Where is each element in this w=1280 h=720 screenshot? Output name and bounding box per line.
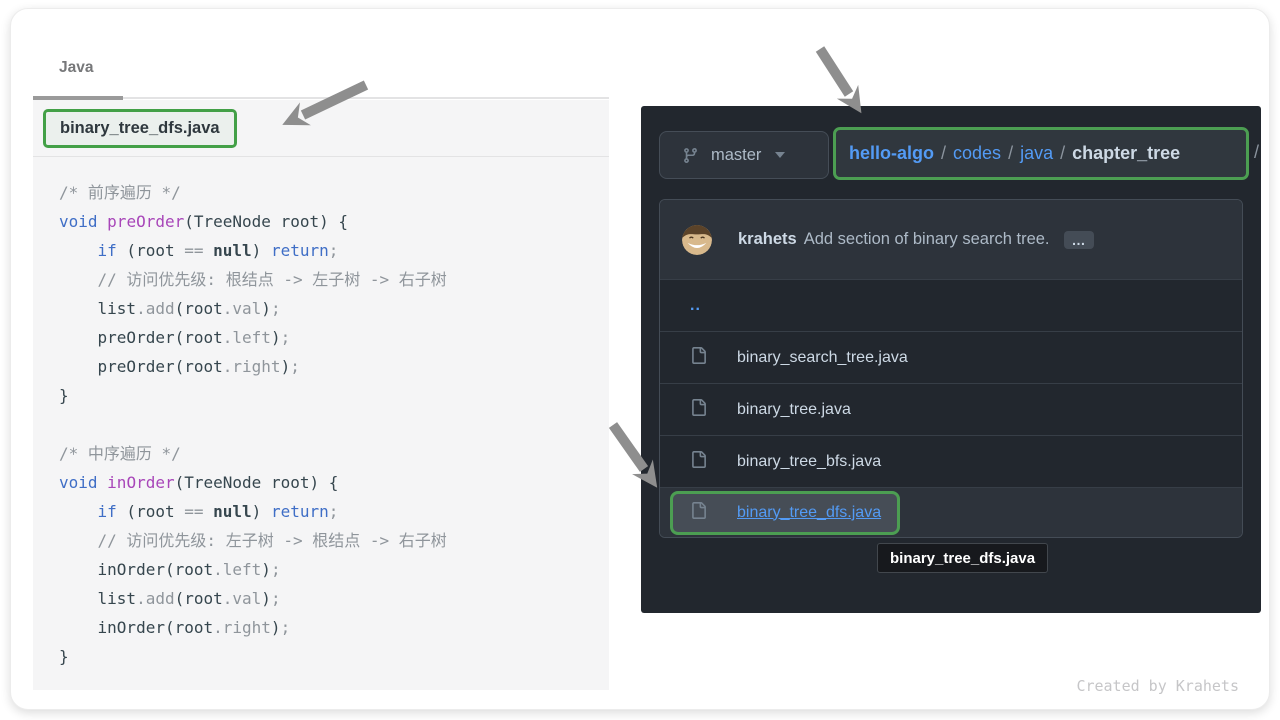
breadcrumb-segment-hello-algo[interactable]: hello-algo [849, 143, 934, 163]
credit-text: Created by Krahets [1076, 677, 1239, 695]
file-link[interactable]: binary_search_tree.java [737, 349, 908, 367]
code-block: /* 前序遍历 */void preOrder(TreeNode root) {… [33, 157, 609, 671]
code-line: if (root == null) return; [59, 497, 609, 526]
file-row-binary_tree_dfs.java[interactable]: binary_tree_dfs.java [660, 487, 1242, 537]
code-titlebar: binary_tree_dfs.java [33, 100, 609, 157]
file-row-binary_search_tree.java[interactable]: binary_search_tree.java [660, 331, 1242, 383]
code-line: /* 中序遍历 */ [59, 439, 609, 468]
file-row-parent-dir[interactable]: .. [660, 279, 1242, 331]
file-link[interactable]: binary_tree_bfs.java [737, 453, 881, 471]
breadcrumb-separator: / [934, 143, 953, 163]
file-title: binary_tree_dfs.java [60, 119, 220, 137]
breadcrumb-segment-java[interactable]: java [1020, 143, 1053, 163]
file-icon [690, 451, 707, 473]
breadcrumb-trailing-slash: / [1254, 142, 1259, 163]
code-line: preOrder(root.left); [59, 323, 609, 352]
file-link[interactable]: binary_tree_dfs.java [737, 504, 881, 522]
code-line: inOrder(root.right); [59, 613, 609, 642]
tab-java[interactable]: Java [59, 59, 93, 77]
commit-message[interactable]: Add section of binary search tree. [804, 230, 1050, 249]
file-list: .. binary_search_tree.java binary_tree.j… [660, 279, 1242, 537]
code-line: list.add(root.val); [59, 294, 609, 323]
code-line: // 访问优先级: 左子树 -> 根结点 -> 右子树 [59, 526, 609, 555]
branch-name: master [711, 146, 761, 165]
parent-dir-link[interactable]: .. [690, 297, 701, 315]
file-icon [690, 399, 707, 421]
branch-selector-button[interactable]: master [659, 131, 829, 179]
breadcrumb-separator: / [1053, 143, 1072, 163]
code-panel: binary_tree_dfs.java /* 前序遍历 */void preO… [33, 100, 609, 690]
code-line: } [59, 642, 609, 671]
code-line: inOrder(root.left); [59, 555, 609, 584]
file-icon [690, 502, 707, 524]
code-line: // 访问优先级: 根结点 -> 左子树 -> 右子树 [59, 265, 609, 294]
breadcrumb-separator: / [1001, 143, 1020, 163]
commit-author[interactable]: krahets [738, 230, 797, 249]
commit-more-button[interactable]: … [1064, 231, 1094, 249]
file-link[interactable]: binary_tree.java [737, 401, 851, 419]
breadcrumb-highlight-box: hello-algo/codes/java/chapter_tree [833, 127, 1249, 180]
code-line: list.add(root.val); [59, 584, 609, 613]
file-icon [690, 347, 707, 369]
file-browser-box: krahets Add section of binary search tre… [659, 199, 1243, 538]
file-row-binary_tree_bfs.java[interactable]: binary_tree_bfs.java [660, 435, 1242, 487]
file-highlight-box: binary_tree_dfs.java [670, 491, 900, 535]
file-row-binary_tree.java[interactable]: binary_tree.java [660, 383, 1242, 435]
chevron-down-icon [775, 152, 785, 158]
tutorial-card: Java binary_tree_dfs.java /* 前序遍历 */void… [10, 8, 1270, 710]
code-line: preOrder(root.right); [59, 352, 609, 381]
code-line: void preOrder(TreeNode root) { [59, 207, 609, 236]
git-branch-icon [682, 147, 699, 164]
avatar[interactable] [682, 225, 712, 255]
breadcrumb-segment-chapter_tree: chapter_tree [1072, 143, 1180, 163]
breadcrumb-segment-codes[interactable]: codes [953, 143, 1001, 163]
breadcrumb: hello-algo/codes/java/chapter_tree [849, 143, 1180, 164]
code-line: /* 前序遍历 */ [59, 178, 609, 207]
code-line: void inOrder(TreeNode root) { [59, 468, 609, 497]
github-panel: master hello-algo/codes/java/chapter_tre… [641, 106, 1261, 613]
code-line: if (root == null) return; [59, 236, 609, 265]
code-line [59, 410, 609, 439]
code-line: } [59, 381, 609, 410]
file-tooltip: binary_tree_dfs.java [877, 543, 1048, 573]
file-title-highlight-box: binary_tree_dfs.java [43, 109, 237, 148]
latest-commit-row: krahets Add section of binary search tre… [660, 200, 1242, 279]
tab-active-underline [33, 96, 123, 100]
